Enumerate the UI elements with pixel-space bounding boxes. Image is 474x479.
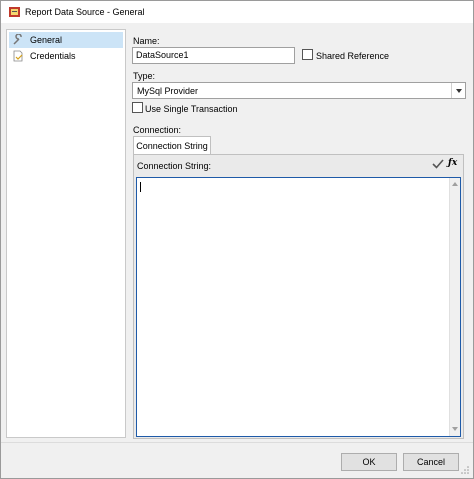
sidebar-item-label: General <box>30 35 63 45</box>
name-field[interactable]: DataSource1 <box>132 47 295 64</box>
page-list: General Credentials <box>6 29 126 438</box>
connection-string-editor[interactable] <box>136 177 461 437</box>
scroll-up-icon[interactable] <box>452 181 459 188</box>
scroll-down-icon[interactable] <box>452 426 459 433</box>
document-icon <box>13 50 23 62</box>
cancel-button-label: Cancel <box>416 457 445 467</box>
cancel-button[interactable]: Cancel <box>403 453 459 471</box>
name-label: Name: <box>133 36 160 46</box>
single-transaction-label: Use Single Transaction <box>145 104 238 114</box>
connection-panel: Connection String: ƒx <box>133 154 464 439</box>
name-value: DataSource1 <box>136 50 189 60</box>
single-transaction-checkbox[interactable] <box>132 102 143 113</box>
connection-label: Connection: <box>133 125 182 135</box>
window-title: Report Data Source - General <box>25 7 145 17</box>
type-label: Type: <box>133 71 156 81</box>
title-bar[interactable]: Report Data Source - General <box>1 1 473 23</box>
sidebar-item-credentials[interactable]: Credentials <box>9 48 123 64</box>
footer-divider <box>1 442 473 443</box>
chevron-down-icon[interactable] <box>451 83 465 98</box>
tab-label: Connection String <box>136 141 208 151</box>
shared-reference-checkbox[interactable] <box>302 49 313 60</box>
wrench-icon <box>13 34 22 45</box>
shared-reference-label: Shared Reference <box>316 51 390 61</box>
checkmark-icon[interactable] <box>432 158 444 170</box>
type-select[interactable]: MySql Provider <box>132 82 466 99</box>
tab-connection-string[interactable]: Connection String <box>133 136 211 154</box>
ok-button-label: OK <box>362 457 376 467</box>
sidebar-item-general[interactable]: General <box>9 32 123 48</box>
vertical-scrollbar[interactable] <box>449 178 460 436</box>
resize-grip-icon[interactable] <box>460 465 470 475</box>
report-data-source-icon <box>9 7 20 17</box>
sidebar-item-label: Credentials <box>30 51 76 61</box>
expression-fx-icon[interactable]: ƒx <box>448 158 457 168</box>
dialog-window: Report Data Source - General General Cre… <box>0 0 474 479</box>
type-value: MySql Provider <box>137 86 199 96</box>
text-caret <box>140 182 141 192</box>
connection-string-label: Connection String: <box>137 161 212 171</box>
ok-button[interactable]: OK <box>341 453 397 471</box>
